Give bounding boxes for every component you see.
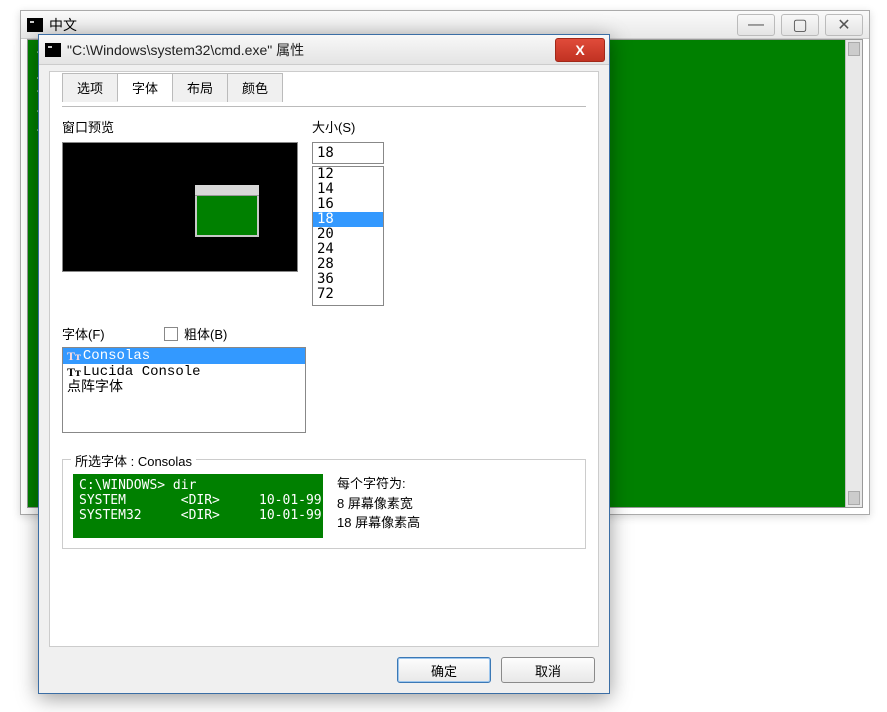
close-icon: X	[575, 42, 584, 58]
size-listbox[interactable]: 121416182024283672	[312, 166, 384, 306]
font-name: 点阵字体	[67, 380, 123, 396]
size-input[interactable]	[312, 142, 384, 164]
font-option[interactable]: TᴛLucida Console	[63, 364, 305, 380]
size-option[interactable]: 36	[313, 272, 383, 287]
close-icon: ✕	[837, 15, 850, 35]
dlg-title: "C:\Windows\system32\cmd.exe" 属性	[67, 40, 555, 60]
char-height-label: 18 屏幕像素高	[337, 513, 420, 533]
preview-label: 窗口预览	[62, 117, 312, 136]
minimize-button[interactable]: —	[737, 14, 775, 36]
size-option[interactable]: 28	[313, 257, 383, 272]
cmd-icon	[27, 18, 43, 32]
bg-scroll-up-button[interactable]	[848, 42, 860, 56]
maximize-icon: ▢	[792, 15, 807, 35]
size-label: 大小(S)	[312, 117, 586, 136]
cancel-button[interactable]: 取消	[501, 657, 595, 683]
window-preview	[62, 142, 298, 272]
bold-label: 粗体(B)	[184, 324, 227, 343]
minimize-icon: —	[748, 16, 764, 34]
size-option[interactable]: 72	[313, 287, 383, 302]
size-option[interactable]: 20	[313, 227, 383, 242]
bg-scroll-down-button[interactable]	[848, 491, 860, 505]
char-width-label: 8 屏幕像素宽	[337, 494, 420, 514]
bold-checkbox[interactable]	[164, 327, 178, 341]
truetype-icon: Tᴛ	[67, 364, 81, 380]
font-label: 字体(F)	[62, 324, 158, 343]
selected-font-label: 所选字体 : Consolas	[71, 451, 196, 470]
tab-options[interactable]: 选项	[62, 73, 118, 102]
font-name: Lucida Console	[83, 364, 201, 380]
dlg-body: 选项 字体 布局 颜色 窗口预览 大小(S) 12141618202428367…	[49, 71, 599, 647]
font-name: Consolas	[83, 348, 150, 364]
size-option[interactable]: 18	[313, 212, 383, 227]
dlg-titlebar: "C:\Windows\system32\cmd.exe" 属性 X	[39, 35, 609, 65]
tab-colors[interactable]: 颜色	[227, 73, 283, 102]
close-button[interactable]: ✕	[825, 14, 863, 36]
maximize-button[interactable]: ▢	[781, 14, 819, 36]
each-char-label: 每个字符为:	[337, 474, 420, 494]
size-option[interactable]: 12	[313, 167, 383, 182]
char-dimensions-text: 每个字符为: 8 屏幕像素宽 18 屏幕像素高	[337, 474, 420, 533]
tab-strip: 选项 字体 布局 颜色	[62, 72, 586, 101]
preview-mini-window	[195, 185, 259, 237]
cmd-icon	[45, 43, 61, 57]
dlg-close-button[interactable]: X	[555, 38, 605, 62]
size-option[interactable]: 14	[313, 182, 383, 197]
font-option[interactable]: TᴛConsolas	[63, 348, 305, 364]
font-option[interactable]: 点阵字体	[63, 380, 305, 396]
bg-window-title: 中文	[49, 15, 737, 35]
truetype-icon: Tᴛ	[67, 348, 81, 364]
tab-font[interactable]: 字体	[117, 73, 173, 102]
ok-button[interactable]: 确定	[397, 657, 491, 683]
selected-font-group: 所选字体 : Consolas C:\WINDOWS> dir SYSTEM <…	[62, 459, 586, 549]
dlg-footer: 确定 取消	[397, 657, 595, 683]
size-option[interactable]: 24	[313, 242, 383, 257]
properties-dialog: "C:\Windows\system32\cmd.exe" 属性 X 选项 字体…	[38, 34, 610, 694]
font-listbox[interactable]: TᴛConsolasTᴛLucida Console点阵字体	[62, 347, 306, 433]
bg-scrollbar[interactable]	[845, 40, 862, 507]
size-option[interactable]: 16	[313, 197, 383, 212]
tab-layout[interactable]: 布局	[172, 73, 228, 102]
sample-console-output: C:\WINDOWS> dir SYSTEM <DIR> 10-01-99 SY…	[73, 474, 323, 538]
